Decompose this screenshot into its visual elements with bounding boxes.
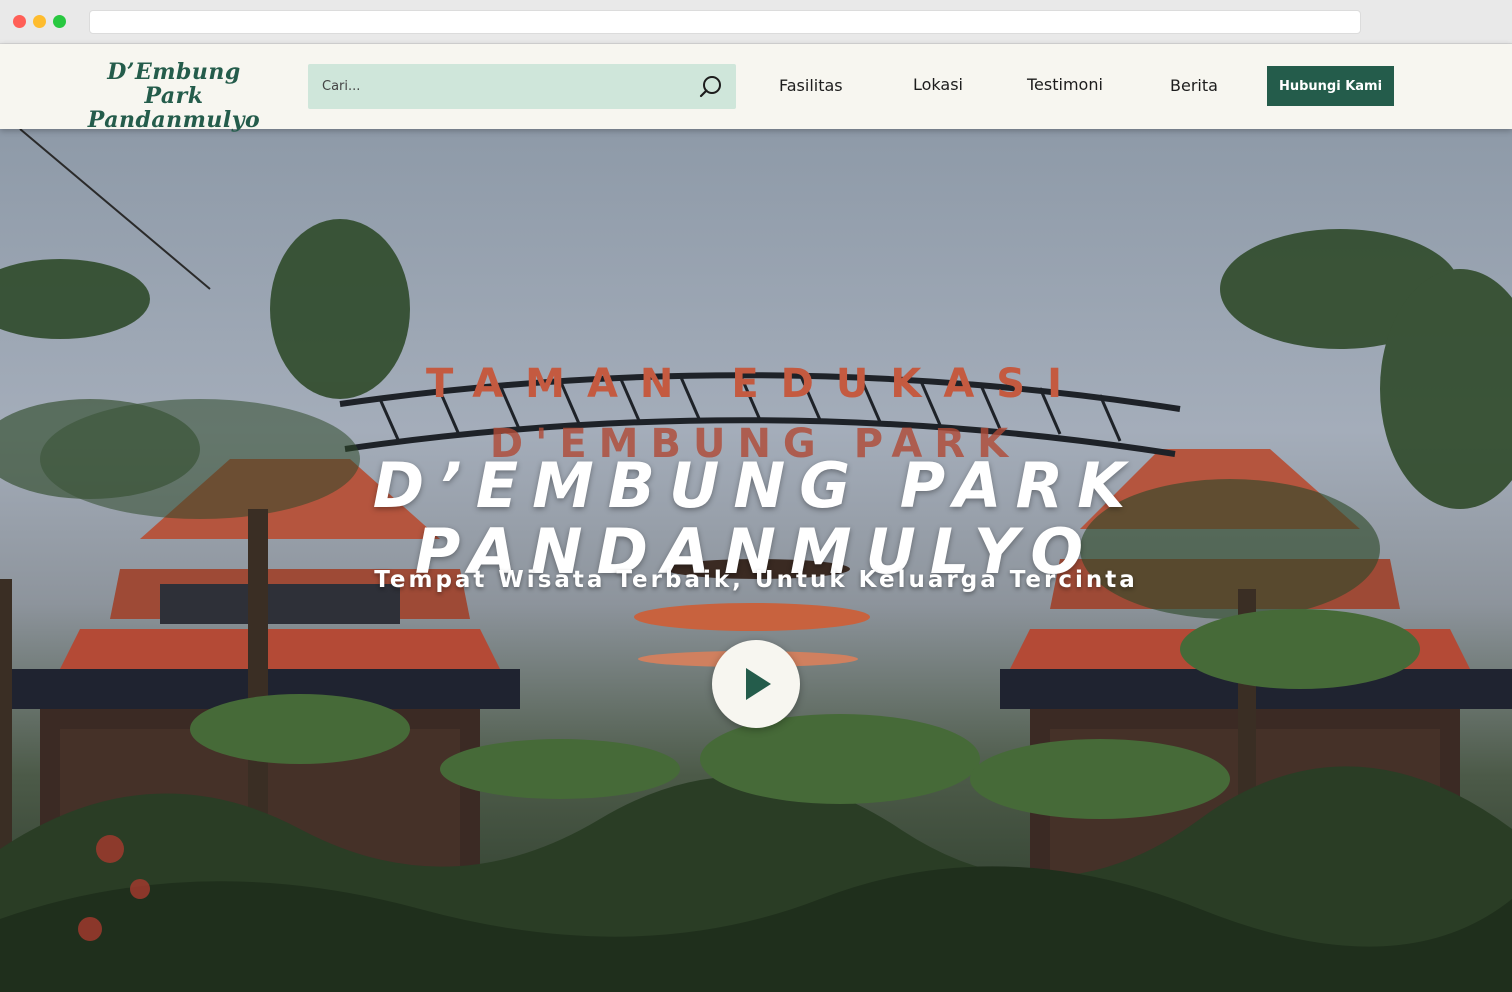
search-input[interactable] <box>308 64 688 109</box>
logo-line-1: D’Embung Park <box>107 59 241 109</box>
search-icon[interactable] <box>698 74 724 100</box>
hero-title: D’EMBUNG PARK PANDANMULYO <box>0 448 1512 585</box>
hero-section: TAMAN EDUKASI D'EMBUNG PARK D’EMBUNG PAR… <box>0 129 1512 992</box>
nav-berita[interactable]: Berita <box>1170 76 1218 95</box>
nav-testimoni[interactable]: Testimoni <box>1027 75 1103 94</box>
gate-sign-top: TAMAN EDUKASI <box>426 361 1084 407</box>
nav-fasilitas[interactable]: Fasilitas <box>779 76 843 95</box>
play-icon <box>746 668 771 700</box>
maximize-window-button[interactable] <box>53 15 66 28</box>
hero-title-line-1: D’EMBUNG PARK <box>372 448 1140 522</box>
nav-lokasi[interactable]: Lokasi <box>913 75 963 94</box>
browser-chrome <box>0 0 1512 44</box>
play-video-button[interactable] <box>712 640 800 728</box>
hero-subtitle: Tempat Wisata Terbaik, Untuk Keluarga Te… <box>374 567 1138 593</box>
site-logo[interactable]: D’Embung Park Pandanmulyo <box>74 60 274 132</box>
search-bar <box>308 64 736 109</box>
contact-us-button[interactable]: Hubungi Kami <box>1267 66 1394 106</box>
minimize-window-button[interactable] <box>33 15 46 28</box>
site-header: D’Embung Park Pandanmulyo Fasilitas Loka… <box>0 44 1512 132</box>
close-window-button[interactable] <box>13 15 26 28</box>
address-bar[interactable] <box>89 10 1361 34</box>
logo-line-2: Pandanmulyo <box>87 107 261 133</box>
